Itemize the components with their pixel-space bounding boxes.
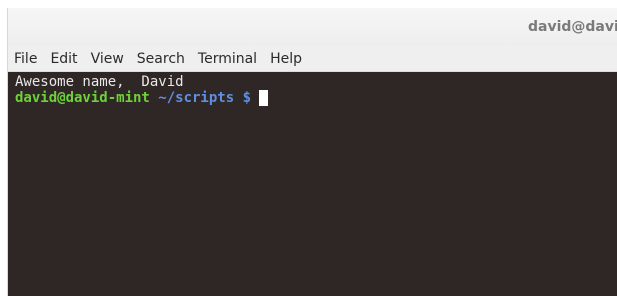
prompt-line: david@david-mint ~/scripts $ bbox=[15, 90, 610, 106]
menu-help[interactable]: Help bbox=[270, 51, 302, 67]
window-title: david@davi bbox=[528, 19, 617, 35]
prompt-path: ~/scripts $ bbox=[149, 90, 260, 106]
terminal-area[interactable]: Awesome name, David david@david-mint ~/s… bbox=[8, 72, 617, 296]
menu-bar: File Edit View Search Terminal Help bbox=[8, 46, 617, 72]
terminal-window: david@davi File Edit View Search Termina… bbox=[8, 8, 617, 296]
title-bar[interactable]: david@davi bbox=[8, 8, 617, 46]
menu-terminal[interactable]: Terminal bbox=[198, 51, 257, 67]
menu-view[interactable]: View bbox=[91, 51, 124, 67]
menu-edit[interactable]: Edit bbox=[50, 51, 77, 67]
text-cursor bbox=[259, 90, 269, 106]
menu-search[interactable]: Search bbox=[137, 51, 185, 67]
menu-file[interactable]: File bbox=[14, 51, 37, 67]
output-line: Awesome name, David bbox=[15, 74, 184, 90]
prompt-user-host: david@david-mint bbox=[15, 90, 150, 106]
